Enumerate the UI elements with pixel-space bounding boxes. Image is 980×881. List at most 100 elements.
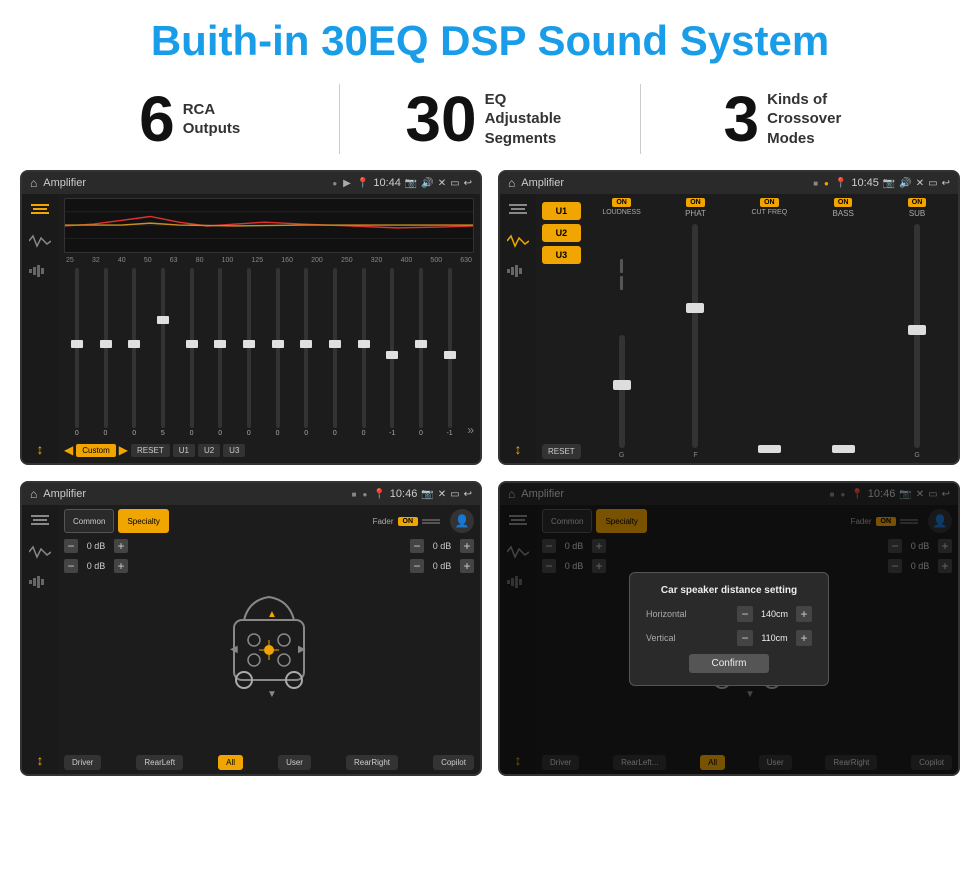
phat-on-badge: ON: [686, 198, 705, 207]
fader-label: Fader: [373, 517, 394, 526]
eq-main: 25 32 40 50 63 80 100 125 160 200 250 32…: [58, 194, 480, 463]
phat-slider[interactable]: [692, 224, 698, 448]
tab-common[interactable]: Common: [64, 509, 114, 533]
vertical-minus-button[interactable]: −: [737, 630, 753, 646]
eq-custom-button[interactable]: Custom: [76, 444, 116, 457]
rearleft-button[interactable]: RearLeft: [136, 755, 183, 770]
tab-specialty[interactable]: Specialty: [118, 509, 168, 533]
crossover-reset-button[interactable]: RESET: [542, 444, 581, 459]
eq-slider-6[interactable]: 0: [207, 268, 233, 437]
eq-next-button[interactable]: ▶: [119, 443, 128, 457]
stat-text-rca: RCAOutputs: [183, 100, 241, 139]
driver-button[interactable]: Driver: [64, 755, 101, 770]
sub-slider[interactable]: [914, 224, 920, 448]
eq-slider-4[interactable]: 5: [150, 268, 176, 437]
volume-icon-bars-1[interactable]: [29, 264, 51, 278]
window-icon-1[interactable]: ▭: [450, 178, 459, 189]
screen-fader: ⌂ Amplifier ■ ● 📍 10:46 📷 ✕ ▭ ↩: [20, 481, 482, 776]
back-icon-1[interactable]: ↩: [464, 178, 472, 189]
eq-u1-button[interactable]: U1: [173, 444, 195, 457]
eq-slider-12[interactable]: -1: [379, 268, 405, 437]
wave-icon-3[interactable]: [28, 543, 52, 561]
location-icon-1: 📍: [357, 178, 369, 189]
eq-icon-3[interactable]: [28, 511, 52, 529]
eq-prev-button[interactable]: ◀: [64, 443, 73, 457]
eq-slider-2[interactable]: 0: [93, 268, 119, 437]
home-icon-1[interactable]: ⌂: [30, 176, 37, 190]
x-icon-3[interactable]: ✕: [438, 489, 446, 500]
eq-slider-8[interactable]: 0: [265, 268, 291, 437]
eq-u3-button[interactable]: U3: [223, 444, 245, 457]
eq-slider-10[interactable]: 0: [322, 268, 348, 437]
eq-slider-11[interactable]: 0: [351, 268, 377, 437]
volume-icon-bars-2[interactable]: [507, 264, 529, 278]
db-control-fr: − 0 dB +: [410, 539, 474, 553]
db-control-rr: − 0 dB +: [410, 559, 474, 573]
confirm-button[interactable]: Confirm: [689, 654, 769, 673]
left-sidebar-1: ↕: [22, 194, 58, 463]
vertical-plus-button[interactable]: +: [796, 630, 812, 646]
db-plus-fr[interactable]: +: [460, 539, 474, 553]
channel-sub: ON SUB G: [882, 198, 952, 459]
eq-slider-14[interactable]: -1: [437, 268, 463, 437]
wave-icon-1[interactable]: [28, 232, 52, 250]
eq-slider-13[interactable]: 0: [408, 268, 434, 437]
eq-u2-button[interactable]: U2: [198, 444, 220, 457]
db-minus-fl[interactable]: −: [64, 539, 78, 553]
wave-icon-2[interactable]: [506, 232, 530, 250]
rearright-button[interactable]: RearRight: [346, 755, 398, 770]
eq-slider-1[interactable]: 0: [64, 268, 90, 437]
distance-modal: Car speaker distance setting Horizontal …: [629, 572, 829, 686]
horizontal-minus-button[interactable]: −: [737, 606, 753, 622]
preset-u2-button[interactable]: U2: [542, 224, 581, 242]
home-icon-2[interactable]: ⌂: [508, 176, 515, 190]
db-plus-fl[interactable]: +: [114, 539, 128, 553]
person-icon-3[interactable]: 👤: [450, 509, 474, 533]
horizontal-value-control: − 140cm +: [737, 606, 812, 622]
db-minus-rl[interactable]: −: [64, 559, 78, 573]
volume-icon-bars-3[interactable]: [29, 575, 51, 589]
arrows-icon-1[interactable]: ↕: [37, 441, 44, 457]
horizontal-plus-button[interactable]: +: [796, 606, 812, 622]
loudness-slider[interactable]: [619, 335, 625, 448]
db-value-rr: 0 dB: [428, 561, 456, 571]
eq-slider-9[interactable]: 0: [293, 268, 319, 437]
preset-u3-button[interactable]: U3: [542, 246, 581, 264]
home-icon-3[interactable]: ⌂: [30, 487, 37, 501]
back-icon-2[interactable]: ↩: [942, 178, 950, 189]
db-minus-fr[interactable]: −: [410, 539, 424, 553]
eq-graph: [64, 198, 474, 253]
x-icon-2[interactable]: ✕: [916, 178, 924, 189]
more-arrows-icon[interactable]: »: [465, 423, 474, 437]
fader-car-diagram: ▲ ▼ ◀ ▶: [136, 539, 402, 751]
eq-icon-2[interactable]: [506, 200, 530, 218]
eq-slider-7[interactable]: 0: [236, 268, 262, 437]
copilot-button[interactable]: Copilot: [433, 755, 474, 770]
eq-slider-5[interactable]: 0: [179, 268, 205, 437]
bass-label: BASS: [833, 209, 854, 218]
eq-icon-1[interactable]: [28, 200, 52, 218]
svg-text:◀: ◀: [230, 644, 238, 655]
all-button[interactable]: All: [218, 755, 243, 770]
left-sidebar-2: ↕: [500, 194, 536, 463]
status-icons-3: 📍 10:46 📷 ✕ ▭ ↩: [373, 488, 472, 500]
vertical-value-control: − 110cm +: [737, 630, 812, 646]
eq-reset-button[interactable]: RESET: [131, 444, 170, 457]
db-minus-rr[interactable]: −: [410, 559, 424, 573]
play-icon-1[interactable]: ▶: [343, 178, 351, 189]
preset-u1-button[interactable]: U1: [542, 202, 581, 220]
window-icon-2[interactable]: ▭: [928, 178, 937, 189]
arrows-icon-2[interactable]: ↕: [515, 441, 522, 457]
user-button[interactable]: User: [278, 755, 311, 770]
arrows-icon-3[interactable]: ↕: [37, 752, 44, 768]
back-icon-3[interactable]: ↩: [464, 489, 472, 500]
eq-slider-3[interactable]: 0: [121, 268, 147, 437]
x-icon-1[interactable]: ✕: [438, 178, 446, 189]
svg-text:▶: ▶: [298, 644, 306, 655]
db-plus-rr[interactable]: +: [460, 559, 474, 573]
window-icon-3[interactable]: ▭: [450, 489, 459, 500]
modal-title: Car speaker distance setting: [646, 585, 812, 596]
fader-slider-h-mini[interactable]: [422, 519, 440, 524]
db-plus-rl[interactable]: +: [114, 559, 128, 573]
screen-crossover: ⌂ Amplifier ■ ● 📍 10:45 📷 🔊 ✕ ▭ ↩: [498, 170, 960, 465]
